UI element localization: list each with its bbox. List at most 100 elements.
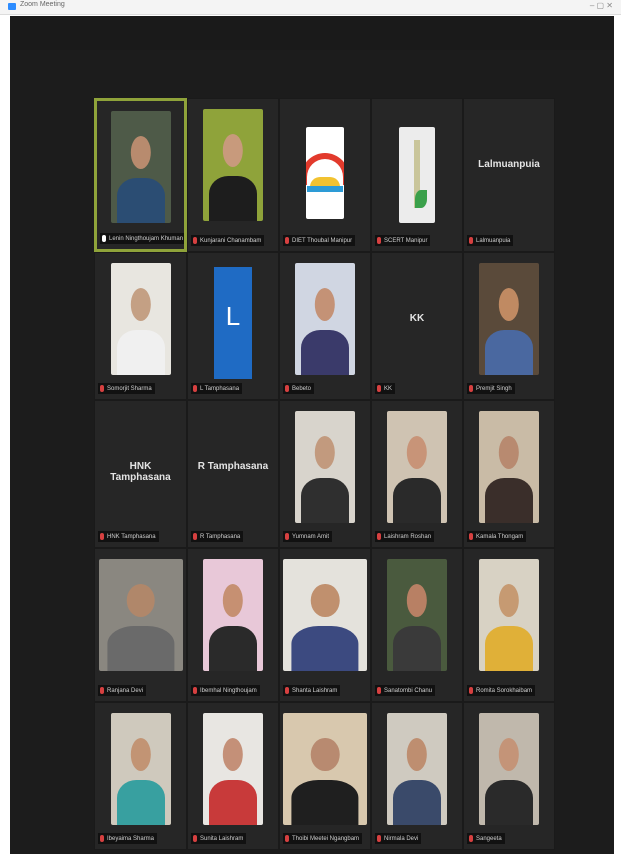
participant-tile[interactable]: Kamala Thongam: [463, 400, 555, 548]
participant-tile[interactable]: Nirmala Devi: [371, 702, 463, 850]
mic-muted-icon: [193, 385, 197, 392]
person-silhouette: [116, 330, 165, 375]
participant-tile[interactable]: Somorjit Sharma: [94, 252, 187, 400]
logo-base-icon: [307, 185, 343, 192]
participant-video: [283, 559, 367, 671]
person-silhouette: [393, 478, 441, 523]
mic-muted-icon: [377, 835, 381, 842]
participant-tile[interactable]: Sunita Laishram: [187, 702, 279, 850]
mic-muted-icon: [377, 533, 381, 540]
participant-name-bar: Nirmala Devi: [375, 833, 422, 844]
participant-name: Kunjarani Chanambam: [200, 237, 262, 244]
participant-video: [387, 713, 447, 825]
mic-muted-icon: [469, 687, 473, 694]
zoom-app-icon: [8, 3, 16, 10]
participant-name-bar: Shanta Laishram: [283, 685, 341, 696]
participant-tile[interactable]: Sangeeta: [463, 702, 555, 850]
participant-name: Ibemhal Ningthoujam: [200, 687, 257, 694]
person-face: [222, 583, 244, 618]
participant-tile[interactable]: Lalmuanpuia Lalmuanpuia: [463, 98, 555, 252]
mic-muted-icon: [285, 533, 289, 540]
person-face: [406, 435, 428, 470]
leaf-icon: [414, 189, 427, 208]
person-face: [314, 287, 336, 322]
participant-video: [98, 559, 183, 671]
participant-name-bar: HNK Tamphasana: [98, 531, 159, 542]
participant-name: HNK Tamphasana: [107, 533, 156, 540]
participant-name: Bebeto: [292, 385, 312, 392]
participant-name-bar: Kunjarani Chanambam: [191, 235, 265, 246]
participant-tile[interactable]: Thoibi Meetei Ngangbam: [279, 702, 371, 850]
participant-display-name: Lalmuanpuia: [478, 159, 540, 170]
person-silhouette: [106, 626, 175, 671]
participant-name: Kamala Thongam: [476, 533, 524, 540]
mic-muted-icon: [285, 835, 289, 842]
participant-tile[interactable]: Ranjana Devi: [94, 548, 187, 702]
person-silhouette: [116, 178, 165, 223]
participant-tile[interactable]: Bebeto: [279, 252, 371, 400]
participant-tile[interactable]: DIET Thoubal Manipur: [279, 98, 371, 252]
participant-video: [479, 713, 539, 825]
participant-video: [203, 559, 263, 671]
person-face: [498, 287, 520, 322]
participant-tile[interactable]: SCERT Manipur: [371, 98, 463, 252]
participant-tile[interactable]: R Tamphasana R Tamphasana: [187, 400, 279, 548]
participant-video: [203, 109, 263, 221]
participant-tile[interactable]: Sanatombi Chanu: [371, 548, 463, 702]
person-face: [498, 737, 520, 772]
participant-tile[interactable]: Lenin Ningthoujam Khuman: [94, 98, 187, 252]
participant-name: L Tamphasana: [200, 385, 240, 392]
person-silhouette: [301, 478, 349, 523]
participant-name-bar: Bebeto: [283, 383, 315, 394]
participant-name-bar: Ibeyaima Sharma: [98, 833, 158, 844]
participant-tile[interactable]: L L Tamphasana: [187, 252, 279, 400]
person-silhouette: [209, 626, 257, 671]
participant-tile[interactable]: Kunjarani Chanambam: [187, 98, 279, 252]
participant-tile[interactable]: Premjit Singh: [463, 252, 555, 400]
participant-display-name: HNK Tamphasana: [110, 461, 171, 483]
participant-name: Nirmala Devi: [384, 835, 419, 842]
participant-name-bar: R Tamphasana: [191, 531, 244, 542]
participant-name: SCERT Manipur: [384, 237, 428, 244]
participant-name: Ibeyaima Sharma: [107, 835, 155, 842]
participant-name-bar: Thoibi Meetei Ngangbam: [283, 833, 363, 844]
participant-video: [295, 411, 355, 523]
person-silhouette: [485, 780, 533, 825]
participant-video: [283, 713, 367, 825]
person-silhouette: [116, 780, 165, 825]
participant-name-bar: KK: [375, 383, 396, 394]
participant-video: [110, 111, 171, 223]
mic-muted-icon: [469, 237, 473, 244]
participant-tile[interactable]: Yumnam Amit: [279, 400, 371, 548]
participant-tile[interactable]: KK KK: [371, 252, 463, 400]
participant-name: Sunita Laishram: [200, 835, 244, 842]
participant-video: [387, 559, 447, 671]
participant-name: Lenin Ningthoujam Khuman: [109, 235, 184, 242]
person-face: [222, 133, 244, 168]
mic-muted-icon: [469, 385, 473, 392]
mic-muted-icon: [377, 385, 381, 392]
person-face: [498, 435, 520, 470]
mic-muted-icon: [100, 533, 104, 540]
participant-name: Sanatombi Chanu: [384, 687, 433, 694]
mic-muted-icon: [377, 237, 381, 244]
participant-tile[interactable]: Laishram Roshan: [371, 400, 463, 548]
participant-name: Ranjana Devi: [107, 687, 144, 694]
participant-tile[interactable]: Ibeyaima Sharma: [94, 702, 187, 850]
mic-muted-icon: [100, 687, 104, 694]
participant-tile[interactable]: HNK Tamphasana HNK Tamphasana: [94, 400, 187, 548]
mic-muted-icon: [285, 237, 289, 244]
person-silhouette: [393, 626, 441, 671]
participant-video: [479, 263, 539, 375]
person-silhouette: [301, 330, 349, 375]
profile-picture: L: [214, 267, 252, 379]
participant-tile[interactable]: Shanta Laishram: [279, 548, 371, 702]
person-silhouette: [485, 626, 533, 671]
participant-name-bar: Kamala Thongam: [467, 531, 527, 542]
participant-name-bar: Lenin Ningthoujam Khuman: [100, 233, 184, 244]
person-face: [498, 583, 520, 618]
person-silhouette: [393, 780, 441, 825]
window-controls[interactable]: – ▢ ✕: [590, 1, 613, 10]
participant-tile[interactable]: Ibemhal Ningthoujam: [187, 548, 279, 702]
participant-tile[interactable]: Romita Sorokhaibam: [463, 548, 555, 702]
